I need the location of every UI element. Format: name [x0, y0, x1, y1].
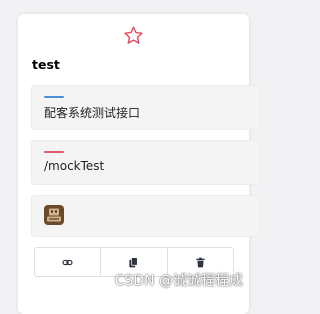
favorite-star-icon[interactable]: [123, 25, 144, 46]
trash-icon: [196, 257, 205, 267]
description-text: 配客系统测试接口: [44, 106, 141, 120]
link-button[interactable]: [35, 248, 102, 276]
path-field: /mockTest: [31, 140, 261, 185]
copy-icon: [129, 256, 139, 267]
service-icon-field: [31, 195, 261, 237]
watermark: CSDN @诚诚程程成: [114, 273, 243, 289]
api-card: test 配客系统测试接口 /mockTest: [18, 14, 261, 314]
description-field: 配客系统测试接口: [31, 85, 261, 130]
robot-icon: [44, 205, 64, 225]
path-accent-bar: [44, 151, 64, 153]
path-text: /mockTest: [44, 159, 105, 173]
description-accent-bar: [44, 96, 64, 98]
card-title: test: [32, 57, 60, 72]
link-icon: [62, 259, 73, 265]
